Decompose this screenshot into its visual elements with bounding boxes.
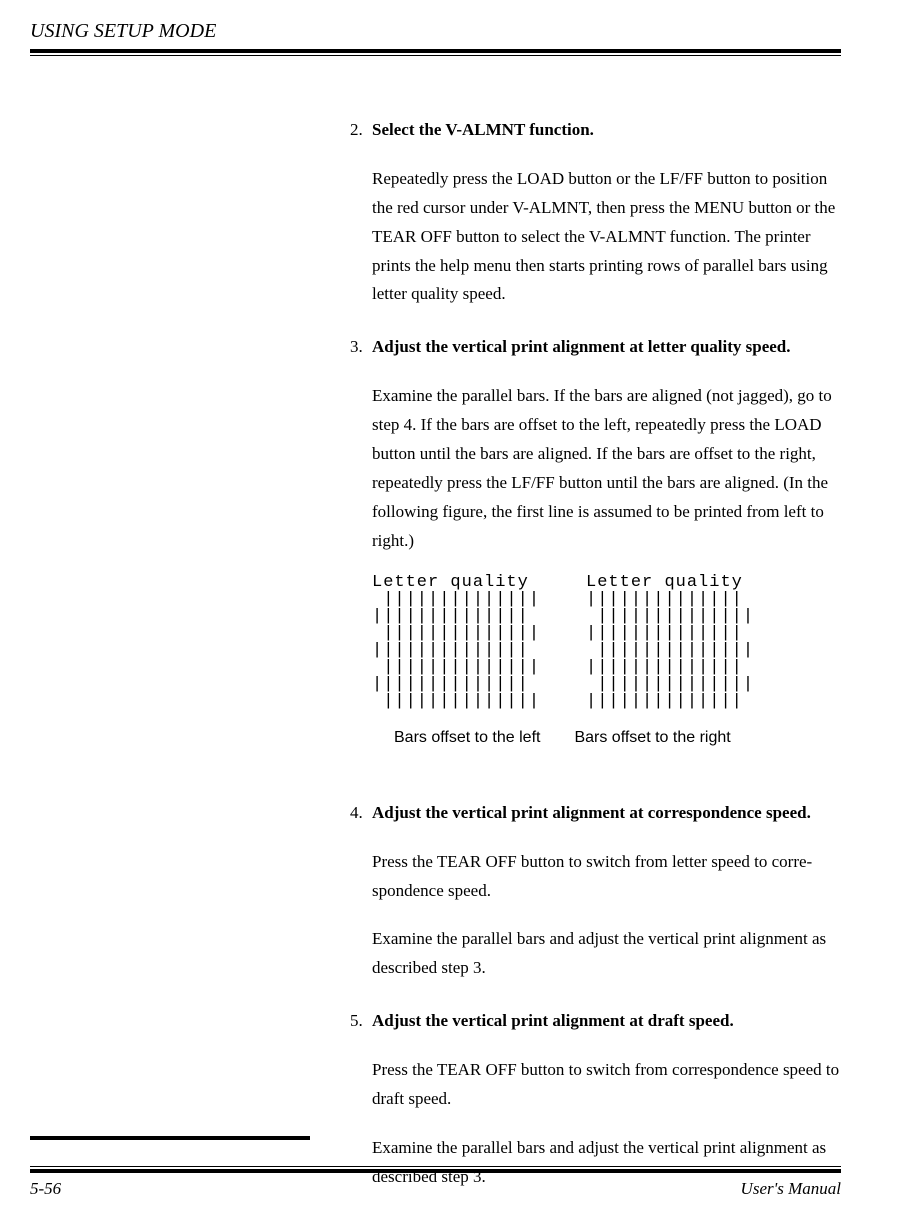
step-4: 4. Adjust the vertical print alignment a…: [350, 799, 841, 983]
page-header: USING SETUP MODE: [30, 20, 841, 43]
footer-rule-thin: [30, 1166, 841, 1167]
step-3: 3. Adjust the vertical print alignment a…: [350, 333, 841, 774]
step-number: 2.: [350, 116, 372, 309]
figure-left-caption: Bars offset to the left: [394, 724, 540, 751]
header-rule-thick: [30, 49, 841, 53]
alignment-figure: Letter quality |||||||||||||| ||||||||||…: [372, 574, 841, 710]
step-title: Adjust the vertical print alignment at l…: [372, 337, 791, 356]
page-footer: 5-56 User's Manual: [30, 1166, 841, 1199]
step-5: 5. Adjust the vertical print alignment a…: [350, 1007, 841, 1191]
step-number: 4.: [350, 799, 372, 983]
step-number: 5.: [350, 1007, 372, 1191]
figure-left-column: Letter quality |||||||||||||| ||||||||||…: [372, 574, 540, 710]
step-title: Adjust the vertical print alignment at d…: [372, 1011, 734, 1030]
step-paragraph: Press the TEAR OFF button to switch from…: [372, 1056, 841, 1114]
figure-left-label: Letter quality: [372, 573, 529, 592]
figure-right-column: Letter quality |||||||||||||| ||||||||||…: [586, 574, 754, 710]
step-paragraph: Press the TEAR OFF button to switch from…: [372, 848, 841, 906]
figure-captions: Bars offset to the left Bars offset to t…: [394, 724, 841, 751]
main-content: 2. Select the V-ALMNT function. Repeated…: [350, 116, 841, 1192]
step-paragraph: Examine the parallel bars. If the bars a…: [372, 382, 841, 555]
footer-short-rule: [30, 1136, 310, 1140]
step-paragraph: Examine the parallel bars and adjust the…: [372, 925, 841, 983]
figure-right-caption: Bars offset to the right: [574, 724, 730, 751]
manual-label: User's Manual: [741, 1179, 841, 1199]
step-title: Select the V-ALMNT function.: [372, 120, 594, 139]
footer-rule-thick: [30, 1169, 841, 1173]
step-title: Adjust the vertical print alignment at c…: [372, 803, 811, 822]
header-rule-thin: [30, 55, 841, 56]
step-2: 2. Select the V-ALMNT function. Repeated…: [350, 116, 841, 309]
page-number: 5-56: [30, 1179, 61, 1199]
step-number: 3.: [350, 333, 372, 774]
step-paragraph: Repeatedly press the LOAD button or the …: [372, 165, 841, 309]
figure-right-label: Letter quality: [586, 573, 743, 592]
